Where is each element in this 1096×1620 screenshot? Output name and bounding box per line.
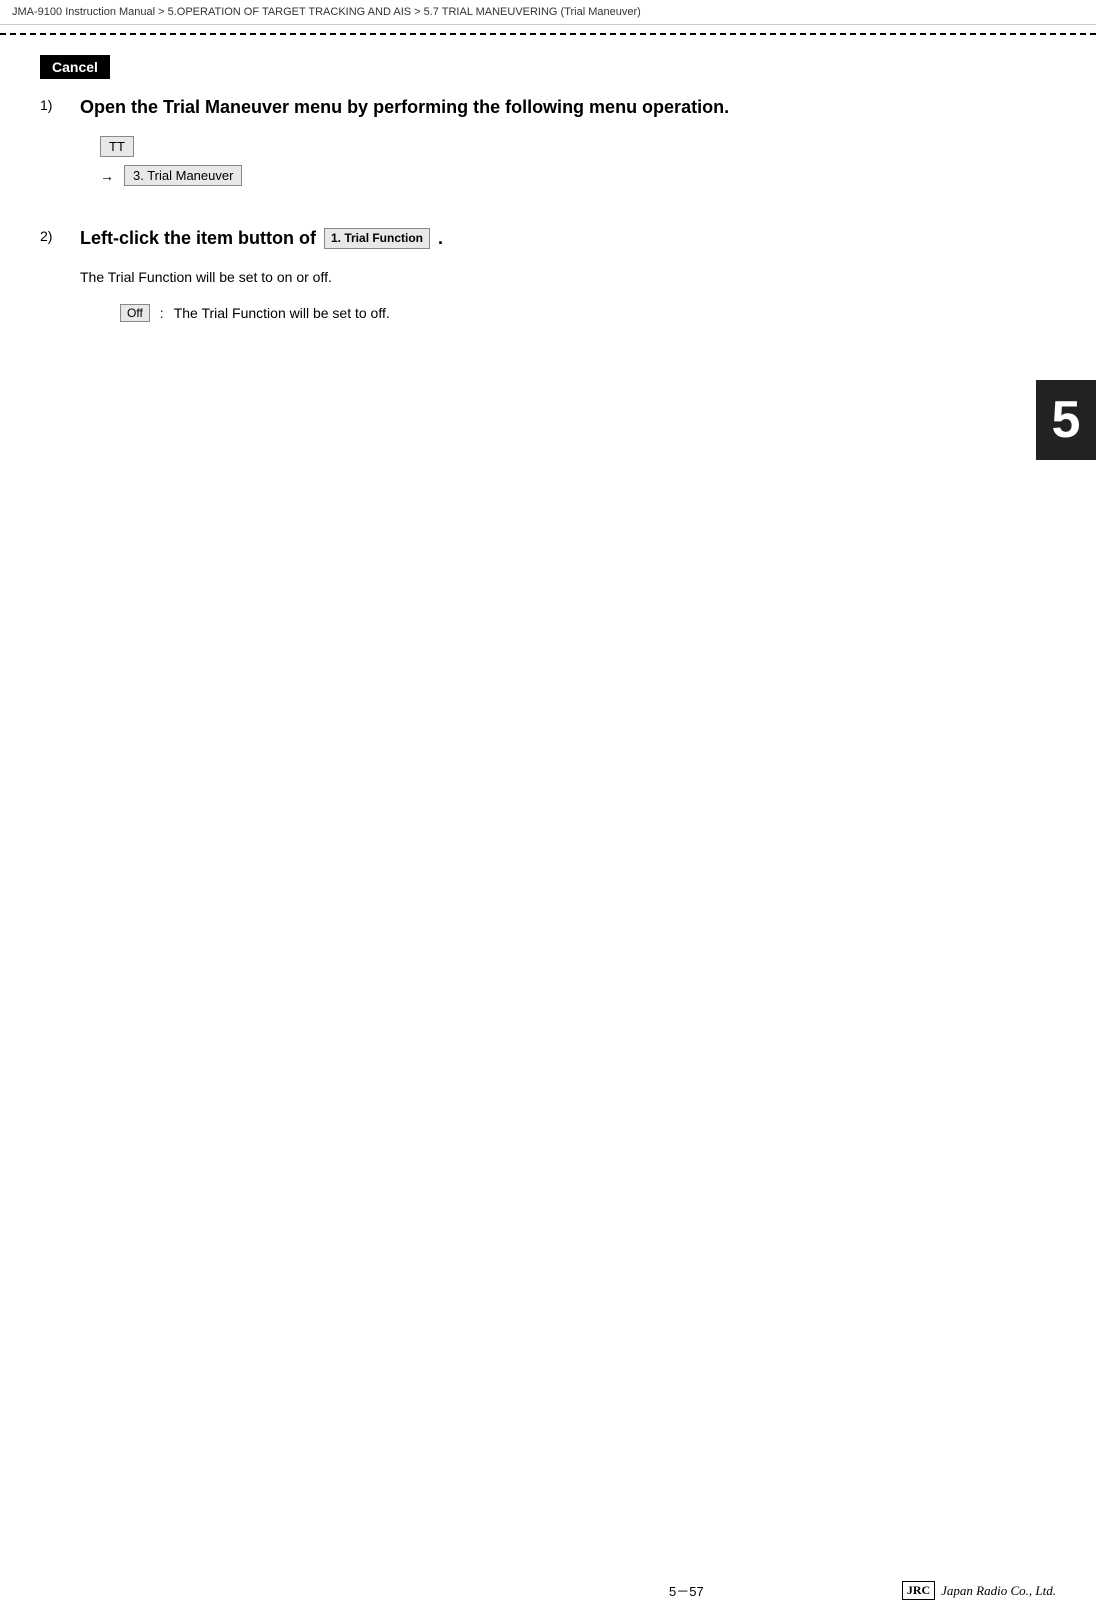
breadcrumb: JMA-9100 Instruction Manual > 5.OPERATIO… [0, 0, 1096, 25]
step-2-heading-prefix: Left-click the item button of [80, 226, 316, 251]
step-2-heading: Left-click the item button of 1. Trial F… [80, 226, 1056, 251]
trial-maneuver-row: → 3. Trial Maneuver [100, 165, 1056, 186]
chapter-number: 5 [1052, 390, 1081, 450]
step-1-content: Open the Trial Maneuver menu by performi… [80, 95, 1056, 196]
menu-flow: TT → 3. Trial Maneuver [100, 136, 1056, 186]
trial-maneuver-button[interactable]: 3. Trial Maneuver [124, 165, 242, 186]
step-2-description: The Trial Function will be set to on or … [80, 267, 1056, 288]
tt-button[interactable]: TT [100, 136, 134, 157]
page-footer: 5－57 JRC Japan Radio Co., Ltd. [0, 1581, 1096, 1600]
step-1: 1) Open the Trial Maneuver menu by perfo… [40, 95, 1056, 196]
arrow: → [100, 168, 114, 184]
step-2-heading-suffix: . [438, 226, 443, 251]
chapter-tab: 5 [1036, 380, 1096, 460]
step-1-number: 1) [40, 97, 80, 113]
step-2-number: 2) [40, 228, 80, 244]
company-name: Japan Radio Co., Ltd. [941, 1583, 1056, 1599]
step-2-content: Left-click the item button of 1. Trial F… [80, 226, 1056, 322]
step-2: 2) Left-click the item button of 1. Tria… [40, 226, 1056, 322]
off-row: Off : The Trial Function will be set to … [120, 304, 1056, 322]
off-button[interactable]: Off [120, 304, 150, 322]
page-wrapper: JMA-9100 Instruction Manual > 5.OPERATIO… [0, 0, 1096, 1620]
off-description: The Trial Function will be set to off. [174, 305, 390, 321]
breadcrumb-text: JMA-9100 Instruction Manual > 5.OPERATIO… [12, 6, 641, 18]
tt-button-row: TT [100, 136, 1056, 157]
step-1-heading: Open the Trial Maneuver menu by performi… [80, 95, 1056, 120]
jrc-label: JRC [902, 1581, 935, 1600]
colon: : [160, 305, 164, 321]
main-content: Cancel 1) Open the Trial Maneuver menu b… [0, 35, 1096, 392]
trial-function-button[interactable]: 1. Trial Function [324, 228, 430, 249]
footer-logo: JRC Japan Radio Co., Ltd. [902, 1581, 1056, 1600]
footer-page-number: 5－57 [471, 1581, 902, 1600]
cancel-button[interactable]: Cancel [40, 55, 110, 79]
